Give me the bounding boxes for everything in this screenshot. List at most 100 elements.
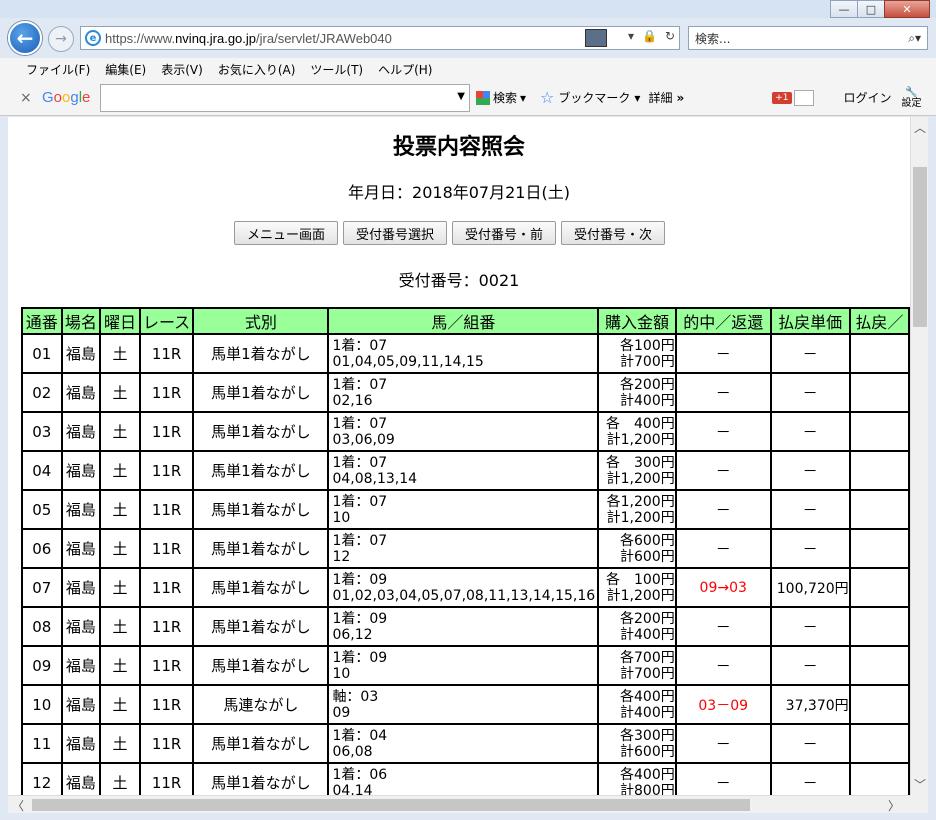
cell-payout: － [769,762,851,795]
receipt-select-button[interactable]: 受付番号選択 [343,221,448,245]
amount-line: 各200円 [620,610,675,627]
cell-place: 福島 [60,762,102,795]
settings-button[interactable]: 🔧 設定 [902,87,922,109]
horizontal-scroll-thumb[interactable] [32,799,750,811]
google-search-button[interactable]: 検索 ▾ [476,89,526,106]
cell-combination: 1着：06 04,14 [327,762,600,795]
cell-payout: － [769,450,851,491]
receipt-prev-button[interactable]: 受付番号・前 [452,221,557,245]
cell-payout: － [769,723,851,764]
vertical-scrollbar[interactable]: ︿ ﹀ [910,117,928,795]
amount-line: 各600円 [620,532,675,549]
cell-payout: － [769,411,851,452]
column-header: 払戻単価 [769,307,851,335]
cell-hit: － [674,528,772,569]
login-button[interactable]: ログイン [844,89,892,106]
menu-view[interactable]: 表示(V) [161,61,203,78]
horizontal-scrollbar[interactable]: 〈 〉 [8,795,910,813]
details-button[interactable]: 詳細 [648,89,672,106]
cell-combination: 1着：09 06,12 [327,606,600,647]
amount-line: 各 400円 [606,415,675,432]
receipt-next-button[interactable]: 受付番号・次 [561,221,666,245]
search-icon[interactable]: ⌕▾ [908,31,921,46]
cell-day: 土 [99,762,141,795]
column-header: 式別 [192,307,330,335]
cell-payout-total [848,762,910,795]
dropdown-icon[interactable]: ▾ [628,29,634,43]
wrench-icon: 🔧 [905,86,918,98]
address-bar[interactable]: e https://www.nvinq.jra.go.jp/jra/servle… [80,26,680,50]
combination-line: 1着：07 [332,337,388,354]
combination-line: 1着：09 [332,571,388,588]
url-domain: nvinq.jra.go.jp [175,30,257,46]
scroll-down-icon[interactable]: ﹀ [914,776,926,793]
table-row: 09 福島土 11R 馬単1着ながし 1着：09 10 各700円 計700円－－ [21,645,910,686]
cell-payout: － [769,606,851,647]
scroll-left-icon[interactable]: 〈 [12,797,24,814]
url-text[interactable]: https://www.nvinq.jra.go.jp/jra/servlet/… [105,31,392,46]
combination-line: 02,16 [332,392,373,409]
cell-place: 福島 [60,567,102,608]
toolbar-close-icon[interactable]: × [20,90,36,106]
amount-line: 各700円 [620,649,675,666]
combination-line: 09 [332,704,351,721]
menu-tools[interactable]: ツール(T) [310,61,363,78]
gplus-icon[interactable]: +1 [772,91,792,104]
back-button[interactable]: ← [8,21,42,55]
cell-combination: 1着：07 10 [327,489,600,530]
menu-edit[interactable]: 編集(E) [105,61,146,78]
cell-race: 11R [138,372,195,413]
cell-payout-total [848,489,910,530]
cell-type: 馬単1着ながし [192,528,330,569]
cell-payout-total [848,723,910,764]
cell-payout: 100,720円 [769,567,851,608]
more-chevron-icon[interactable]: » [676,91,684,105]
cell-amount: 各 100円 計1,200円 [597,567,677,608]
cell-hit: － [674,333,772,374]
cell-amount: 各 300円 計1,200円 [597,450,677,491]
minimize-button[interactable]: — [830,0,858,18]
menu-help[interactable]: ヘルプ(H) [378,61,432,78]
vertical-scroll-thumb[interactable] [913,167,927,327]
cell-type: 馬単1着ながし [192,645,330,686]
menu-screen-button[interactable]: メニュー画面 [234,221,339,245]
cell-combination: 1着：07 03,06,09 [327,411,600,452]
cell-payout-total [848,333,910,374]
maximize-button[interactable]: □ [857,0,885,18]
table-row: 08 福島土 11R 馬単1着ながし 1着：09 06,12 各200円 計400円－－ [21,606,910,647]
amount-line: 各100円 [620,337,675,354]
browser-search-box[interactable]: 検索... ⌕▾ [688,26,928,50]
column-header: 的中／返還 [674,307,772,335]
cell-place: 福島 [60,372,102,413]
combination-line: 1着：09 [332,649,388,666]
cell-combination: 1着：07 02,16 [327,372,600,413]
cell-race: 11R [138,411,195,452]
cell-amount: 各400円 計400円 [597,684,677,725]
refresh-icon[interactable]: ↻ [665,29,675,43]
cell-race: 11R [138,450,195,491]
lock-icon[interactable]: 🔒 [642,29,657,43]
menu-file[interactable]: ファイル(F) [26,61,90,78]
cell-combination: 軸：03 09 [327,684,600,725]
google-search-label: 検索 [493,91,518,105]
bookmarks-button[interactable]: ☆ ブックマーク ▾ [540,88,640,107]
cell-hit: － [674,489,772,530]
cell-race: 11R [138,645,195,686]
google-search-input[interactable]: ▼ [100,83,470,112]
cell-type: 馬単1着ながし [192,411,330,452]
search-placeholder: 検索... [695,31,731,46]
chevron-down-icon[interactable]: ▼ [457,91,465,102]
scroll-up-icon[interactable]: ︿ [914,119,926,136]
amount-line: 計1,200円 [606,509,675,526]
amount-line: 各 300円 [606,454,675,471]
address-tools: ▾ 🔒 ↻ [628,29,675,43]
table-row: 01 福島土 11R 馬単1着ながし 1着：07 01,04,05,09,11,14,15… [21,333,910,374]
close-button[interactable]: ✕ [884,0,930,18]
cell-payout-total [848,684,910,725]
menu-favorites[interactable]: お気に入り(A) [218,61,296,78]
forward-button[interactable]: → [48,26,74,52]
scroll-right-icon[interactable]: 〉 [888,797,900,814]
compatibility-view-icon[interactable] [585,29,607,47]
bet-table: 通番 場名 曜日 レース 式別 馬／組番 購入金額 的中／返還 払戻単価 払戻／ 01 福島土 11R… [21,307,910,795]
amount-line: 各300円 [620,727,675,744]
